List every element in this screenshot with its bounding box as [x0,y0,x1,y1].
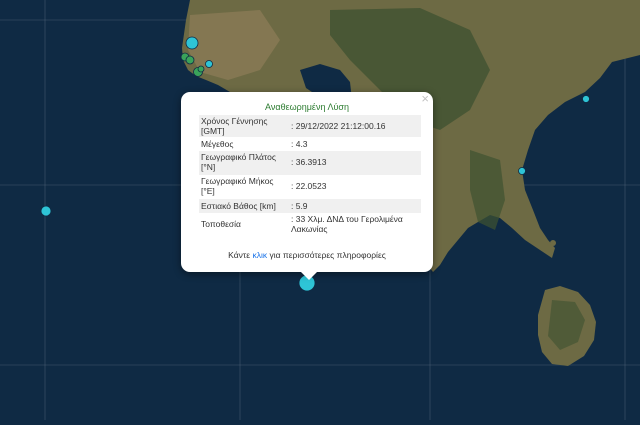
info-value: : 22.0523 [291,181,327,191]
info-row-origin-time: Χρόνος Γέννησης [GMT] : 29/12/2022 21:12… [199,115,421,137]
info-label: Τοποθεσία [201,219,241,229]
info-label: Χρόνος Γέννησης [GMT] [201,116,268,136]
info-table: Χρόνος Γέννησης [GMT] : 29/12/2022 21:12… [199,115,421,237]
earthquake-circle-icon[interactable] [582,95,590,103]
info-value: : 4.3 [291,139,308,149]
info-value: : 29/12/2022 21:12:00.16 [291,121,386,131]
info-row-longitude: Γεωγραφικό Μήκος [°E] : 22.0523 [199,175,421,199]
info-label: Εστιακό Βάθος [km] [201,201,276,211]
earthquake-circle-icon[interactable] [185,36,199,50]
more-prefix: Κάντε [228,250,251,260]
info-row-latitude: Γεωγραφικό Πλάτος [°N] : 36.3913 [199,151,421,175]
info-value: : 36.3913 [291,157,327,167]
info-value: : 33 Χλμ. ΔΝΔ του Γερολιμένα Λακωνίας [291,214,403,234]
info-row-location: Τοποθεσία : 33 Χλμ. ΔΝΔ του Γερολιμένα Λ… [199,213,421,237]
islet [550,240,556,246]
more-info-line: Κάντε κλικ για περισσότερες πληροφορίες [181,250,433,260]
earthquake-circle-icon[interactable] [40,205,52,217]
info-label: Γεωγραφικό Πλάτος [°N] [201,152,276,172]
earthquake-circle-icon[interactable] [518,167,526,175]
info-value: : 5.9 [291,201,308,211]
earthquake-circle-icon[interactable] [197,65,205,73]
earthquake-circle-icon[interactable] [205,60,213,68]
more-info-link[interactable]: κλικ [252,250,267,260]
info-label: Γεωγραφικό Μήκος [°E] [201,176,274,196]
popup-title: Αναθεωρημένη Λύση [265,102,349,112]
info-row-depth: Εστιακό Βάθος [km] : 5.9 [199,199,421,213]
earthquake-popup: × Αναθεωρημένη Λύση Χρόνος Γέννησης [GMT… [181,92,433,280]
earthquake-circle-icon[interactable] [185,55,195,65]
more-suffix: για περισσότερες πληροφορίες [269,250,386,260]
info-label: Μέγεθος [201,139,234,149]
info-row-magnitude: Μέγεθος : 4.3 [199,137,421,151]
